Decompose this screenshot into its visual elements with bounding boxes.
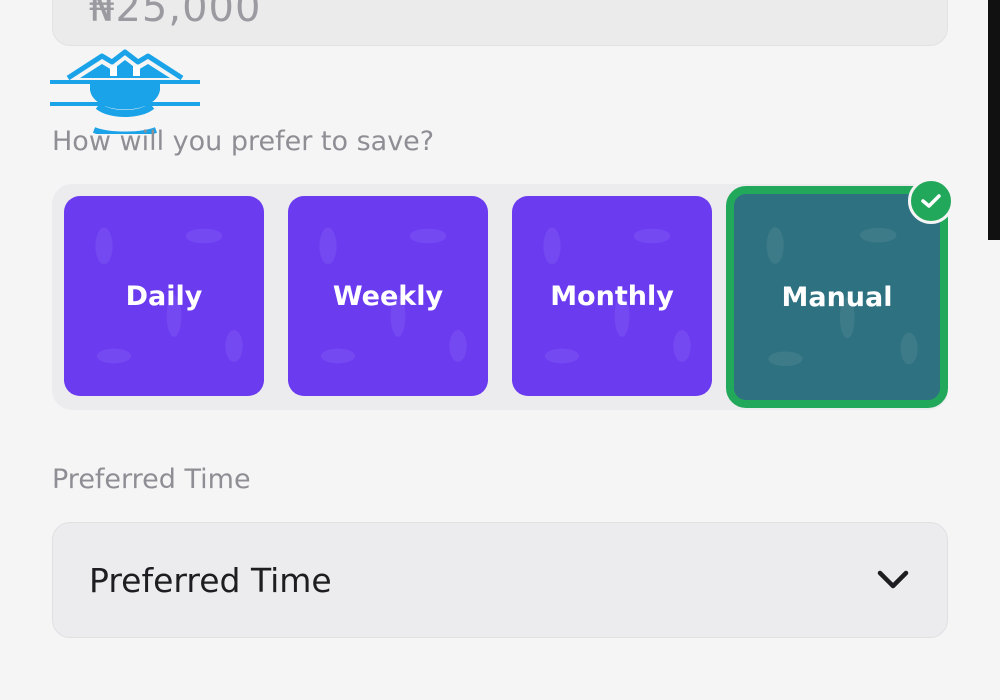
save-frequency-options: Daily Weekly Monthly Manual <box>52 184 948 410</box>
watermark-logo-icon <box>50 49 200 134</box>
chevron-down-icon <box>877 570 909 589</box>
option-weekly-label: Weekly <box>332 280 444 312</box>
option-manual[interactable]: Manual <box>726 186 948 408</box>
save-plan-screen: ₦25,000 How will you prefer to save? Dai… <box>0 0 1000 700</box>
preferred-time-label: Preferred Time <box>52 464 251 495</box>
option-manual-label: Manual <box>781 281 893 313</box>
option-weekly[interactable]: Weekly <box>288 196 488 396</box>
option-daily[interactable]: Daily <box>64 196 264 396</box>
amount-value: ₦25,000 <box>89 0 262 31</box>
option-monthly[interactable]: Monthly <box>512 196 712 396</box>
preferred-time-value: Preferred Time <box>89 561 332 600</box>
option-daily-label: Daily <box>125 280 203 312</box>
device-bezel <box>988 0 1000 240</box>
save-frequency-label: How will you prefer to save? <box>52 126 435 157</box>
preferred-time-dropdown[interactable]: Preferred Time <box>52 522 948 638</box>
check-icon <box>908 178 954 224</box>
amount-input[interactable]: ₦25,000 <box>52 0 948 46</box>
option-monthly-label: Monthly <box>550 280 674 312</box>
